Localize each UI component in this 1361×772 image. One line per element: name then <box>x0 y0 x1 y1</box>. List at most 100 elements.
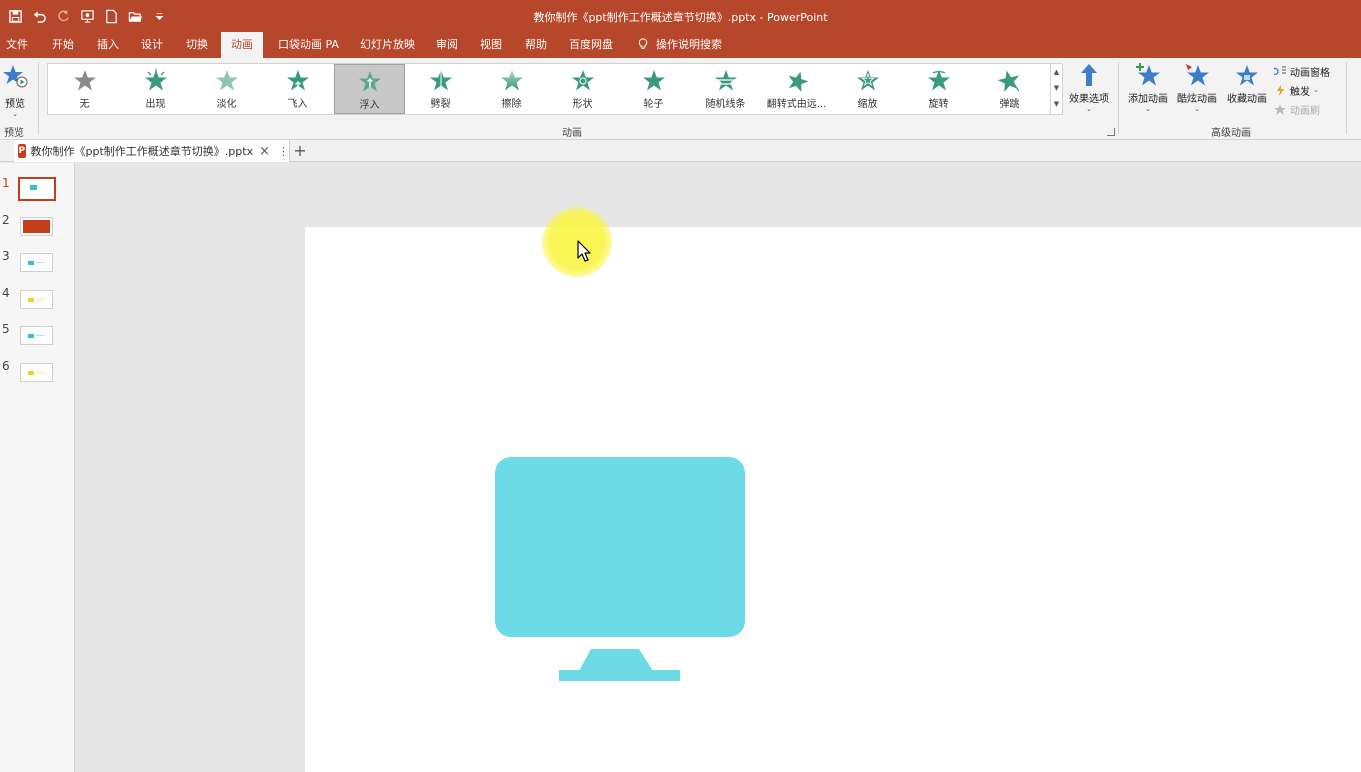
cool-animation-dropdown-icon: ⌄ <box>1194 105 1200 113</box>
slide-thumbnail-1[interactable] <box>18 177 56 201</box>
powerpoint-file-icon: P <box>18 144 26 158</box>
animation-gallery: 无 出现 淡化 飞入 浮入 劈裂 擦除 形状 轮子 随机线条 翻转式由远... … <box>47 63 1063 115</box>
animation-pane-icon <box>1274 66 1286 75</box>
animation-spin[interactable]: 旋转 <box>903 64 974 114</box>
trigger-button[interactable]: 触发 ⌄ <box>1274 81 1319 99</box>
tab-insert[interactable]: 插入 <box>93 32 123 58</box>
add-animation-button[interactable]: 添加动画 ⌄ <box>1125 62 1171 113</box>
star-flip-icon <box>788 71 808 92</box>
gallery-label: 飞入 <box>287 99 308 110</box>
star-shape-icon <box>571 70 594 91</box>
tab-baidu-netdisk[interactable]: 百度网盘 <box>565 32 617 58</box>
gallery-scrollbar[interactable]: ▲ ▼ ▼ <box>1050 64 1062 114</box>
gallery-label: 旋转 <box>928 99 949 110</box>
collect-animation-label: 收藏动画 <box>1227 94 1267 105</box>
effect-options-dropdown-icon: ⌄ <box>1086 105 1092 113</box>
animation-shape[interactable]: 形状 <box>547 64 618 114</box>
gallery-label: 擦除 <box>501 99 522 110</box>
slide-canvas[interactable] <box>305 227 1361 772</box>
tab-more-icon[interactable]: ⋮ <box>278 145 289 158</box>
animation-painter-button[interactable]: 动画刷 <box>1274 100 1320 118</box>
animation-random-bars[interactable]: 随机线条 <box>690 64 761 114</box>
gallery-label: 轮子 <box>643 99 664 110</box>
star-wipe-icon <box>500 70 523 91</box>
slide-thumbnail-3[interactable] <box>20 253 53 272</box>
gallery-label: 随机线条 <box>705 99 746 110</box>
tab-slide-show[interactable]: 幻灯片放映 <box>356 32 419 58</box>
tab-design[interactable]: 设计 <box>137 32 167 58</box>
tab-transitions[interactable]: 切换 <box>182 32 212 58</box>
tab-home[interactable]: 开始 <box>48 32 78 58</box>
animation-float-in[interactable]: 浮入 <box>334 64 405 114</box>
star-wheel-icon <box>642 70 665 91</box>
animation-fade[interactable]: 淡化 <box>191 64 262 114</box>
cool-animation-label: 酷炫动画 <box>1177 94 1217 105</box>
effect-options-button[interactable]: 效果选项 ⌄ <box>1066 62 1112 113</box>
tell-me-label: 操作说明搜索 <box>656 38 722 51</box>
tab-file[interactable]: 文件 <box>2 32 32 58</box>
animation-painter-label: 动画刷 <box>1290 105 1320 117</box>
group-label-advanced-animation: 高级动画 <box>1211 128 1251 139</box>
star-float-icon <box>358 71 381 92</box>
thumbnail-monitor-icon <box>28 371 34 375</box>
slide-thumbnail-2[interactable] <box>20 217 53 236</box>
animation-split[interactable]: 劈裂 <box>405 64 476 114</box>
collect-star-icon <box>1236 65 1258 86</box>
arrow-up-icon <box>1081 64 1097 86</box>
gallery-label: 浮入 <box>359 100 380 111</box>
collect-animation-button[interactable]: 收藏动画 <box>1223 62 1271 105</box>
animation-grow-turn[interactable]: 翻转式由远... <box>761 64 832 114</box>
gallery-more-icon[interactable]: ▼ <box>1051 96 1062 112</box>
document-tab-label: 教你制作《ppt制作工作概述章节切换》.pptx <box>30 145 254 158</box>
preview-label: 预览 <box>5 99 25 110</box>
preview-button[interactable]: 预览 ⌄ <box>0 62 30 118</box>
group-label-animation: 动画 <box>562 128 582 139</box>
animation-none[interactable]: 无 <box>49 64 120 114</box>
dialog-launcher-icon[interactable] <box>1107 128 1115 136</box>
animation-fly-in[interactable]: 飞入 <box>262 64 333 114</box>
title-bar: 教你制作《ppt制作工作概述章节切换》.pptx - PowerPoint <box>0 0 1361 32</box>
monitor-icon[interactable] <box>495 457 747 683</box>
slide-thumbnail-5[interactable] <box>20 326 53 345</box>
ribbon-separator <box>1118 62 1119 134</box>
animation-wipe[interactable]: 擦除 <box>476 64 547 114</box>
tab-animations[interactable]: 动画 <box>221 32 263 58</box>
document-tab-bar: P 教你制作《ppt制作工作概述章节切换》.pptx × ⋮ + <box>0 140 1361 162</box>
thumbnail-text-line <box>36 335 45 336</box>
star-split-icon <box>429 70 452 91</box>
animation-pane-button[interactable]: 动画窗格 <box>1274 62 1330 80</box>
animation-wheel[interactable]: 轮子 <box>618 64 689 114</box>
effect-options-label: 效果选项 <box>1069 94 1109 105</box>
star-fly-icon <box>286 70 309 91</box>
tab-help[interactable]: 帮助 <box>521 32 551 58</box>
slide-number: 2 <box>2 213 10 227</box>
slide-thumbnail-pane: 1 2 3 4 5 6 <box>0 163 75 772</box>
close-tab-icon[interactable]: × <box>259 144 270 159</box>
slide-number: 5 <box>2 322 10 336</box>
tell-me-search[interactable]: 操作说明搜索 <box>634 32 726 58</box>
tab-pocket-animation[interactable]: 口袋动画 PA <box>274 32 343 58</box>
gallery-label: 无 <box>79 99 90 110</box>
animation-zoom[interactable]: 缩放 <box>832 64 903 114</box>
slide-number: 3 <box>2 249 10 263</box>
animation-bounce[interactable]: 弹跳 <box>974 64 1045 114</box>
star-lines-icon <box>714 70 737 91</box>
slide-thumbnail-4[interactable] <box>20 290 53 309</box>
tab-view[interactable]: 视图 <box>476 32 506 58</box>
gallery-label: 形状 <box>572 99 593 110</box>
lightbulb-icon <box>638 38 648 49</box>
gallery-scroll-up-icon[interactable]: ▲ <box>1051 64 1062 80</box>
cool-animation-button[interactable]: 酷炫动画 ⌄ <box>1174 62 1220 113</box>
thumbnail-monitor-icon <box>30 185 37 190</box>
gallery-scroll-down-icon[interactable]: ▼ <box>1051 80 1062 96</box>
tab-review[interactable]: 审阅 <box>432 32 462 58</box>
ribbon-tabs: 文件 开始 插入 设计 切换 动画 口袋动画 PA 幻灯片放映 审阅 视图 帮助… <box>0 32 1361 58</box>
group-label-preview: 预览 <box>4 128 24 139</box>
document-tab[interactable]: P 教你制作《ppt制作工作概述章节切换》.pptx × ⋮ <box>14 140 290 162</box>
cool-star-icon <box>1186 64 1209 86</box>
thumbnail-title-block <box>23 220 50 233</box>
animation-painter-icon <box>1274 103 1286 115</box>
new-tab-icon[interactable]: + <box>292 141 308 160</box>
slide-thumbnail-6[interactable] <box>20 363 53 382</box>
animation-appear[interactable]: 出现 <box>120 64 191 114</box>
